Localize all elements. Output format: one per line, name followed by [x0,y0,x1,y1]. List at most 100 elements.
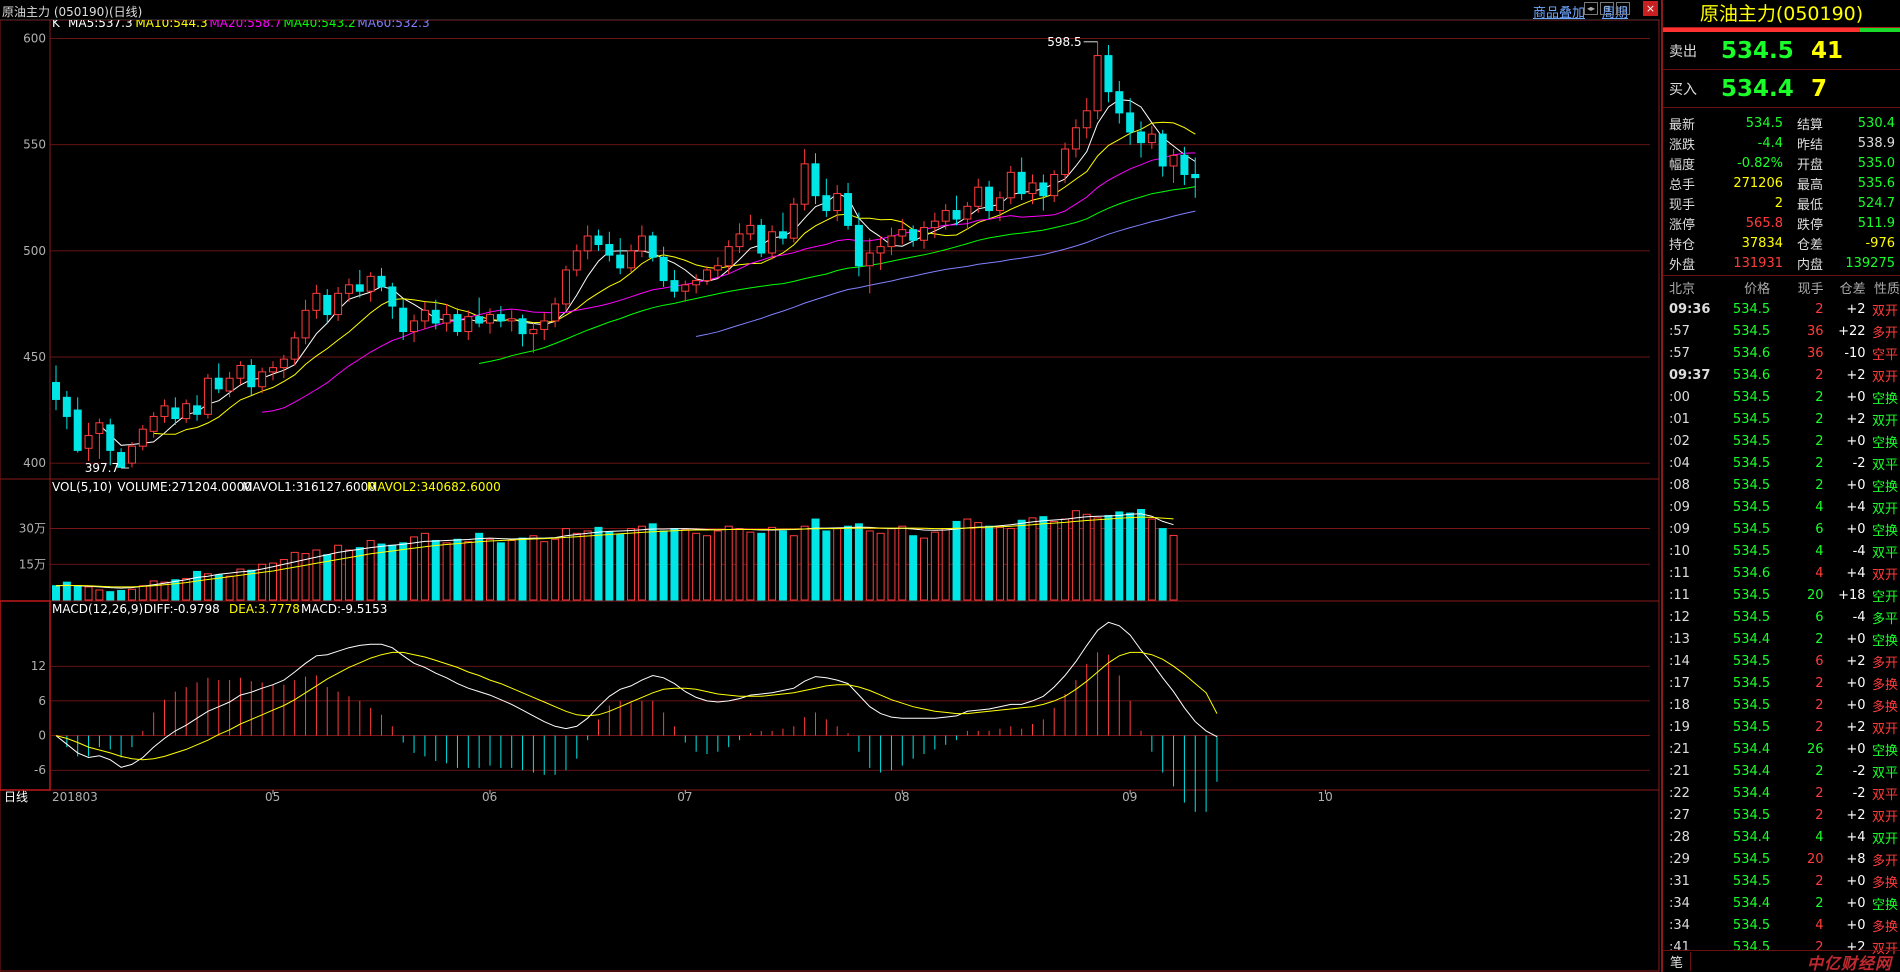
tick-oi-change: +22 [1838,323,1866,339]
candle-body [258,371,267,388]
candle-body [236,365,245,379]
tick-oi-change: +0 [1846,477,1866,493]
candle-body [193,405,202,415]
chart-frame [0,20,1660,972]
macd-dea-line [55,651,1218,761]
candle-body [1028,182,1037,195]
candle-body [974,186,983,207]
volume-bar [236,568,245,601]
volume-bar [865,530,874,601]
candle-body [355,284,364,292]
tick-type: 双开 [1871,809,1898,825]
stat-label: 昨结 [1797,137,1824,153]
tick-type: 多开 [1871,325,1898,341]
tick-volume: 6 [1815,521,1824,537]
volume-bar [203,573,212,601]
tick-volume: 2 [1815,367,1824,383]
commodity-overlay-link[interactable]: 商品叠加 [1533,2,1585,21]
stat-label: 持仓 [1669,237,1696,253]
volume-bar [757,532,766,601]
candle-body [985,186,994,212]
volume-bar [627,528,636,601]
chart-canvas[interactable]: 600 550 500 450 400 598.5 397.7 K MA5:537.3 MA10:… [0,20,1660,972]
tick-header-price: 价格 [1744,281,1771,297]
volume-bar [1137,509,1145,601]
price-tick-label: 500 [23,244,46,258]
tick-type: 多开 [1871,655,1898,671]
volume-bar [399,542,408,601]
tick-row: :21 534.4 2 -2 双平 [1663,760,1900,782]
minimize-icon[interactable]: ⊟ [1600,2,1614,15]
title-bar: 原油主力 (050190)(日线) 商品叠加 周期 ◂▸ ⊟ ▢ × [0,0,1660,21]
mavol1-label: MAVOL1:316127.6000 [242,480,376,494]
candle-body [540,320,549,330]
tick-volume: 2 [1815,763,1824,779]
tick-price: 534.5 [1732,587,1771,603]
volume-bar [670,528,679,601]
tick-time: :13 [1669,631,1690,647]
volume-bar [768,526,777,601]
tick-oi-change: +8 [1846,851,1866,867]
tick-row: :14 534.5 6 +2 多开 [1663,650,1900,672]
stat-row: 最新 534.5 结算 530.4 [1663,113,1900,133]
tick-oi-change: +18 [1838,587,1866,603]
tick-price: 534.4 [1732,895,1771,911]
candle-body [746,224,755,235]
tick-oi-change: +2 [1846,367,1866,383]
tick-price: 534.6 [1732,367,1771,383]
candle-body [377,275,386,288]
maximize-icon[interactable]: ▢ [1616,2,1630,15]
tick-type: 空换 [1871,633,1898,649]
tick-price: 534.6 [1732,565,1771,581]
volume-bar [1126,512,1135,601]
tick-price: 534.5 [1732,697,1771,713]
volume-bar [985,525,994,601]
tick-time: :21 [1669,763,1690,779]
candle-body [583,235,592,252]
volume-bar [974,522,983,601]
close-icon[interactable]: × [1643,1,1658,16]
tick-volume: 4 [1815,917,1824,933]
candle-body [1039,182,1048,197]
tick-list[interactable]: 09:36 534.5 2 +2 双开:57 534.5 36 +22 多开:57 534.6 36… [1663,298,1900,958]
stat-label: 最新 [1669,117,1696,133]
tick-time: :04 [1669,455,1690,471]
tick-oi-change: +2 [1846,719,1866,735]
candle-body [844,193,853,226]
volume-bar [1158,528,1167,601]
candle-body [442,314,451,324]
candle-body [551,303,560,322]
tick-type: 空换 [1871,897,1898,913]
tick-tab[interactable]: 笔 [1663,952,1691,971]
candle-body [453,314,462,333]
quote-panel: 原油主力(050190) 卖出 534.5 41 买入 534.4 7 最新 53… [1661,0,1900,972]
candle-body [1082,110,1091,129]
tick-time: :00 [1669,389,1690,405]
price-tick-label: 450 [23,350,46,364]
tick-header-time: 北京 [1669,281,1696,297]
kline-chart[interactable]: 600 550 500 450 400 598.5 397.7 K MA5:537.3 MA10:… [0,20,1660,972]
ma-line-ma60 [696,210,1196,337]
candle-body [681,284,690,292]
volume-tick-label: 30万 [19,522,46,536]
tick-volume: 4 [1815,499,1824,515]
restore-icon[interactable]: ◂▸ [1584,2,1598,15]
candle-body [496,314,505,322]
candle-body [594,235,603,246]
volume-bar [1006,528,1015,601]
candle-body [1147,133,1156,144]
stat-value: 535.6 [1857,175,1895,191]
volume-bar [95,589,104,601]
tick-volume: 2 [1815,719,1824,735]
volume-bar [898,525,907,601]
tick-volume: 2 [1815,895,1824,911]
tick-row: :08 534.5 2 +0 空换 [1663,474,1900,496]
candle-body [963,205,972,220]
tick-time: :31 [1669,873,1690,889]
candle-body [95,422,104,434]
tick-row: :10 534.5 4 -4 双平 [1663,540,1900,562]
candle-body [768,231,777,254]
volume-bar [1050,520,1059,601]
volume-bar [952,520,961,601]
tick-type: 双开 [1871,501,1898,517]
